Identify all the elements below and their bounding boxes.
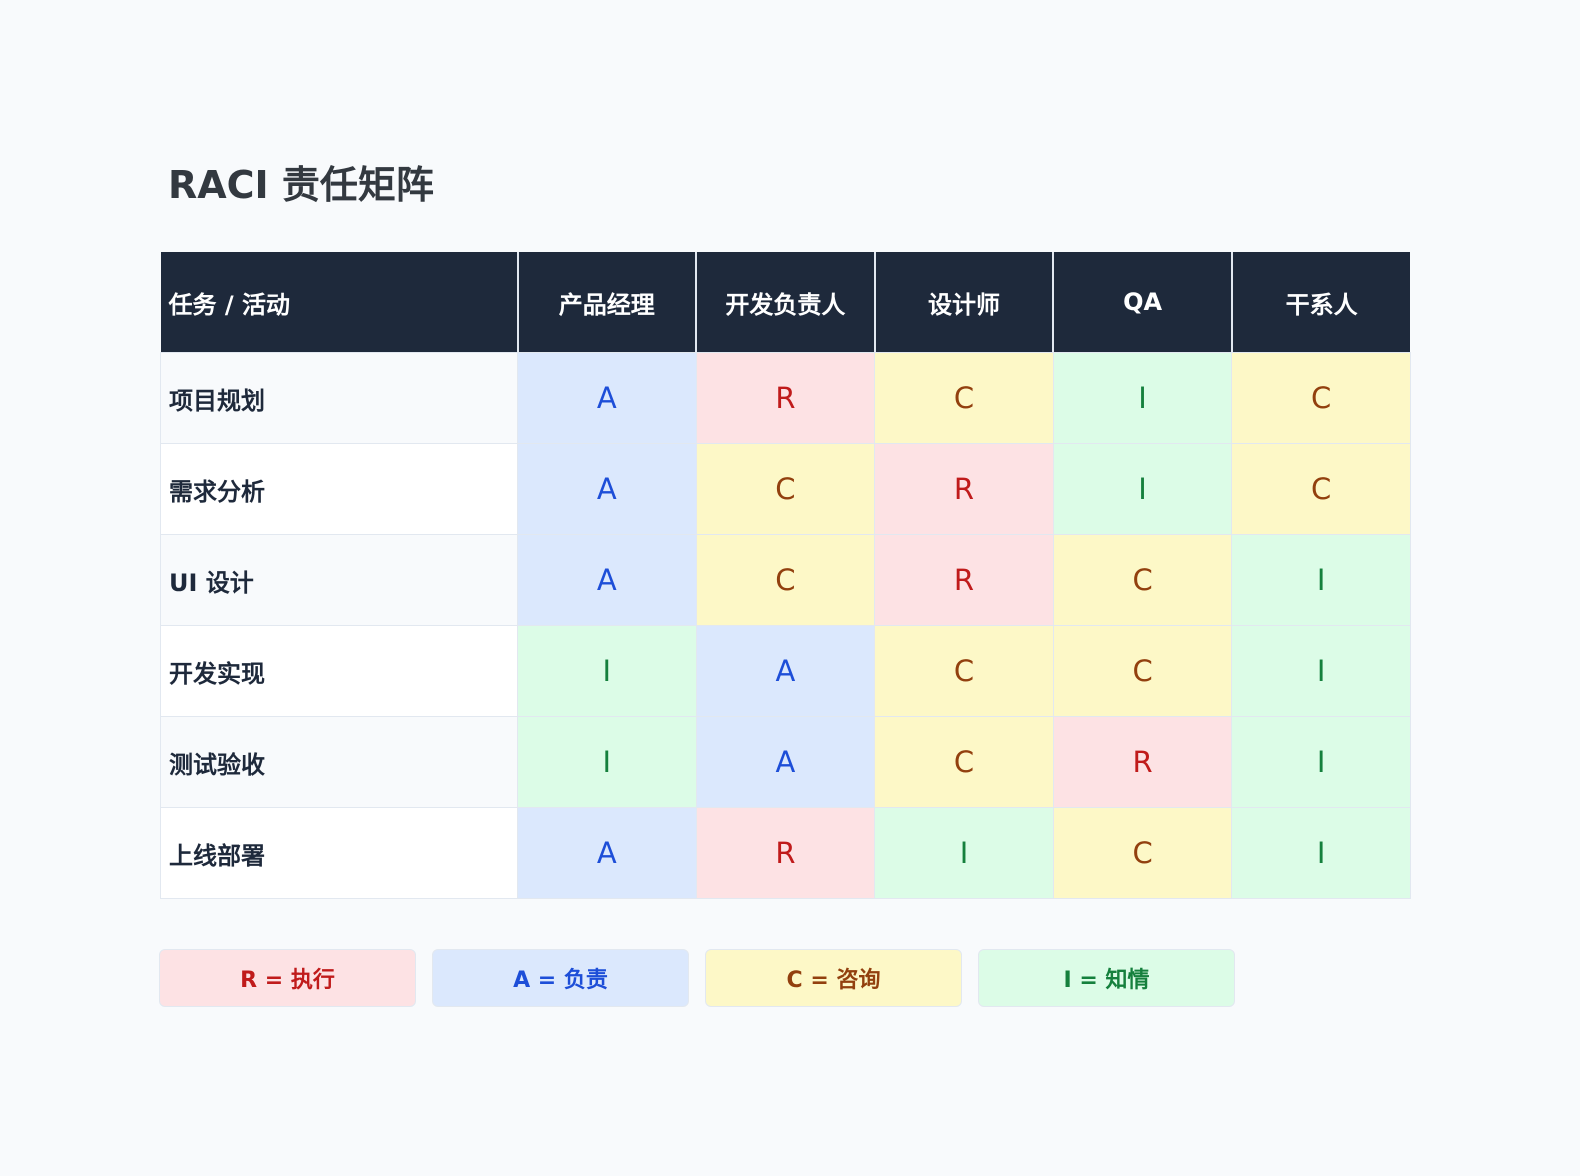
raci-cell: C bbox=[695, 443, 876, 535]
table-row: 需求分析 A C R I C bbox=[160, 443, 1411, 535]
page-title: RACI 责任矩阵 bbox=[168, 163, 434, 207]
raci-cell: A bbox=[517, 352, 697, 444]
table-row: 上线部署 A R I C I bbox=[160, 807, 1411, 899]
raci-matrix-table: 任务 / 活动 产品经理 开发负责人 设计师 QA 干系人 项目规划 A R C I C 需… bbox=[160, 252, 1411, 899]
task-name-cell: 项目规划 bbox=[160, 352, 518, 444]
raci-cell: R bbox=[695, 352, 876, 444]
table-row: 项目规划 A R C I C bbox=[160, 352, 1411, 444]
legend-item-i: I = 知情 bbox=[978, 949, 1235, 1007]
legend-item-a: A = 负责 bbox=[432, 949, 689, 1007]
table-row: 测试验收 I A C R I bbox=[160, 716, 1411, 808]
table-row: UI 设计 A C R C I bbox=[160, 534, 1411, 626]
task-name-cell: 上线部署 bbox=[160, 807, 518, 899]
raci-cell: C bbox=[1052, 625, 1233, 717]
table-body: 项目规划 A R C I C 需求分析 A C R I C UI 设计 A C R C I 开发实现 I A C C I 测试验… bbox=[160, 352, 1411, 899]
table-row: 开发实现 I A C C I bbox=[160, 625, 1411, 717]
raci-cell: C bbox=[874, 352, 1054, 444]
raci-cell: I bbox=[1052, 443, 1233, 535]
raci-cell: A bbox=[695, 625, 876, 717]
task-name-cell: 需求分析 bbox=[160, 443, 518, 535]
header-role-product-manager: 产品经理 bbox=[516, 252, 697, 353]
raci-cell: C bbox=[1052, 534, 1233, 626]
legend-item-r: R = 执行 bbox=[159, 949, 416, 1007]
raci-cell: R bbox=[695, 807, 876, 899]
raci-cell: I bbox=[1052, 352, 1233, 444]
header-role-dev-lead: 开发负责人 bbox=[695, 252, 875, 353]
raci-cell: I bbox=[1231, 716, 1411, 808]
raci-cell: A bbox=[517, 534, 697, 626]
header-role-stakeholder: 干系人 bbox=[1230, 252, 1411, 353]
header-task: 任务 / 活动 bbox=[160, 252, 518, 353]
raci-cell: C bbox=[1052, 807, 1233, 899]
raci-cell: I bbox=[517, 716, 697, 808]
task-name-cell: 开发实现 bbox=[160, 625, 518, 717]
legend: R = 执行 A = 负责 C = 咨询 I = 知情 bbox=[159, 949, 1235, 1007]
raci-cell: C bbox=[1231, 352, 1411, 444]
page: RACI 责任矩阵 任务 / 活动 产品经理 开发负责人 设计师 QA 干系人 … bbox=[0, 0, 1580, 1176]
raci-cell: A bbox=[517, 807, 697, 899]
raci-cell: C bbox=[874, 716, 1054, 808]
raci-cell: I bbox=[874, 807, 1054, 899]
raci-cell: R bbox=[874, 534, 1054, 626]
raci-cell: I bbox=[517, 625, 697, 717]
raci-cell: A bbox=[517, 443, 697, 535]
header-row: 任务 / 活动 产品经理 开发负责人 设计师 QA 干系人 bbox=[160, 252, 1411, 353]
raci-cell: R bbox=[874, 443, 1054, 535]
raci-cell: R bbox=[1052, 716, 1233, 808]
table-header: 任务 / 活动 产品经理 开发负责人 设计师 QA 干系人 bbox=[160, 252, 1411, 353]
raci-cell: I bbox=[1231, 534, 1411, 626]
raci-cell: C bbox=[1231, 443, 1411, 535]
raci-cell: C bbox=[874, 625, 1054, 717]
task-name-cell: 测试验收 bbox=[160, 716, 518, 808]
legend-item-c: C = 咨询 bbox=[705, 949, 962, 1007]
raci-cell: I bbox=[1231, 625, 1411, 717]
header-role-designer: 设计师 bbox=[873, 252, 1054, 353]
raci-cell: C bbox=[695, 534, 876, 626]
raci-cell: A bbox=[695, 716, 876, 808]
header-role-qa: QA bbox=[1052, 252, 1232, 353]
raci-cell: I bbox=[1231, 807, 1411, 899]
task-name-cell: UI 设计 bbox=[160, 534, 518, 626]
